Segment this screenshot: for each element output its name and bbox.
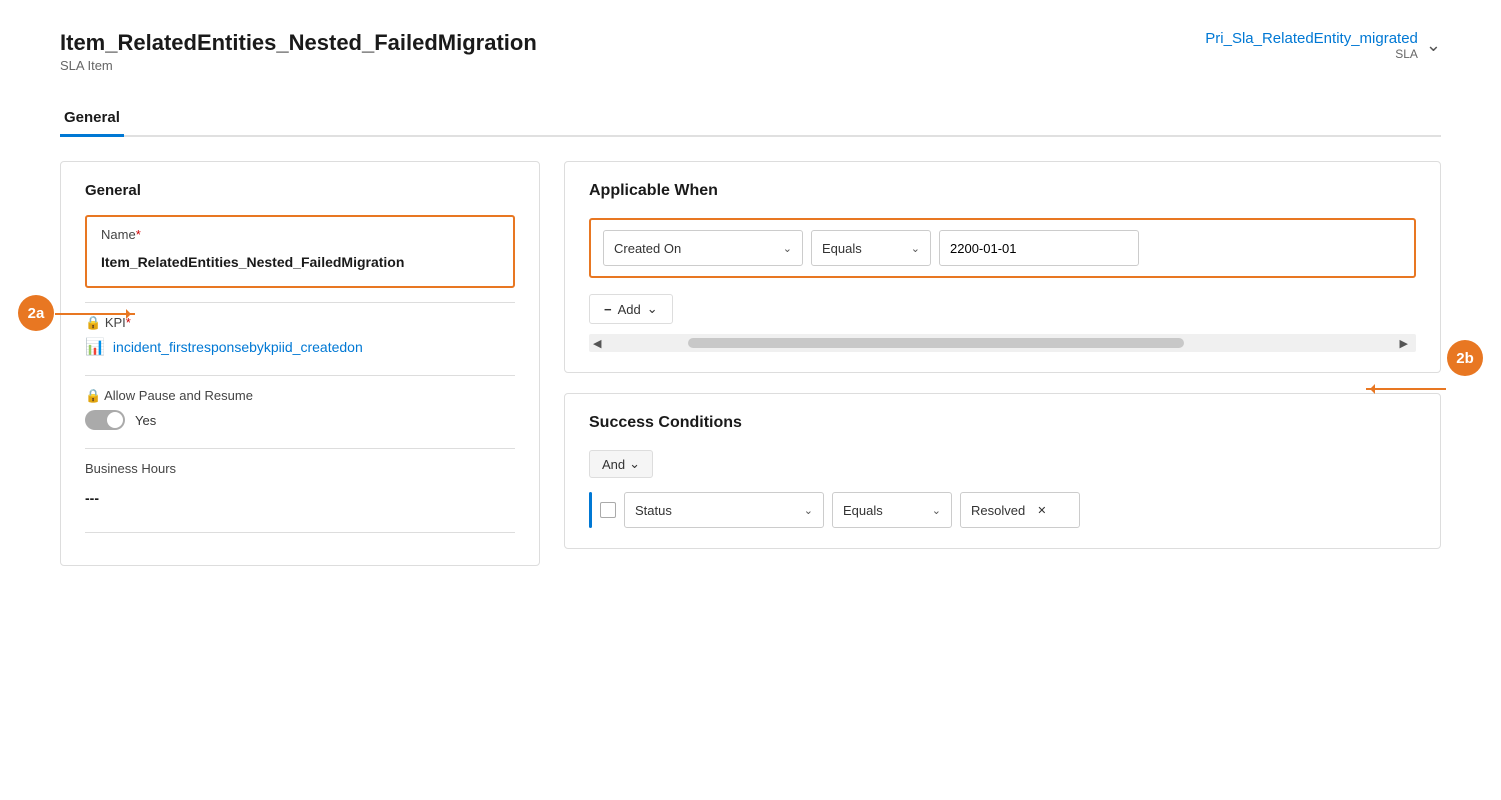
add-row: − Add ⌄ bbox=[589, 294, 1416, 324]
success-conditions-card: Success Conditions And ⌄ Status ⌄ bbox=[564, 393, 1441, 549]
allow-pause-field: 🔒 Allow Pause and Resume Yes bbox=[85, 388, 515, 430]
condition-operator-value: Equals bbox=[822, 241, 862, 256]
kpi-row: 📊 incident_firstresponsebykpiid_createdo… bbox=[85, 337, 515, 357]
toggle-pause-resume[interactable] bbox=[85, 410, 125, 430]
horizontal-scrollbar[interactable]: ◀ ▶ bbox=[589, 334, 1416, 352]
condition-field-chevron: ⌄ bbox=[783, 242, 792, 255]
toggle-value-label: Yes bbox=[135, 413, 156, 428]
scroll-left-arrow[interactable]: ◀ bbox=[589, 337, 605, 350]
success-field-value: Status bbox=[635, 503, 672, 518]
page-header: Item_RelatedEntities_Nested_FailedMigrat… bbox=[60, 30, 1441, 73]
allow-pause-label: 🔒 Allow Pause and Resume bbox=[85, 388, 515, 404]
tab-general[interactable]: General bbox=[60, 101, 124, 137]
kpi-link[interactable]: incident_firstresponsebykpiid_createdon bbox=[113, 339, 363, 355]
sla-ref[interactable]: Pri_Sla_RelatedEntity_migrated SLA ⌄ bbox=[1205, 30, 1441, 61]
success-operator-value: Equals bbox=[843, 503, 883, 518]
applicable-when-title: Applicable When bbox=[589, 182, 1416, 200]
and-row: And ⌄ bbox=[589, 450, 1416, 478]
page-subtitle: SLA Item bbox=[60, 58, 537, 73]
kpi-field: 🔒 KPI* 📊 incident_firstresponsebykpiid_c… bbox=[85, 315, 515, 357]
and-label: And bbox=[602, 457, 625, 472]
success-field-dropdown[interactable]: Status ⌄ bbox=[624, 492, 824, 528]
and-chevron-icon: ⌄ bbox=[629, 456, 640, 472]
badge-2a: 2a bbox=[18, 295, 54, 331]
divider-2 bbox=[85, 375, 515, 376]
condition-field-value: Created On bbox=[614, 241, 681, 256]
sla-ref-inner: Pri_Sla_RelatedEntity_migrated SLA bbox=[1205, 30, 1418, 61]
and-button[interactable]: And ⌄ bbox=[589, 450, 653, 478]
business-hours-field: Business Hours --- bbox=[85, 461, 515, 514]
condition-field-dropdown[interactable]: Created On ⌄ bbox=[603, 230, 803, 266]
business-hours-value: --- bbox=[85, 482, 515, 514]
applicable-when-card: Applicable When Created On ⌄ Equals ⌄ bbox=[564, 161, 1441, 373]
success-value-text: Resolved bbox=[971, 503, 1025, 518]
scroll-right-arrow[interactable]: ▶ bbox=[1396, 337, 1412, 350]
name-highlight-box: Name* Item_RelatedEntities_Nested_Failed… bbox=[85, 215, 515, 288]
toggle-thumb bbox=[107, 412, 123, 428]
left-panel: General Name* Item_RelatedEntities_Neste… bbox=[60, 161, 540, 566]
condition-operator-dropdown[interactable]: Equals ⌄ bbox=[811, 230, 931, 266]
blue-bar bbox=[589, 492, 592, 528]
add-chevron-icon: ⌄ bbox=[647, 301, 658, 317]
lock-icon-pause: 🔒 bbox=[85, 388, 101, 403]
success-value-close-icon[interactable]: ✕ bbox=[1037, 504, 1046, 517]
add-button-label: Add bbox=[618, 302, 641, 317]
name-label: Name* bbox=[101, 227, 499, 242]
success-condition-row: Status ⌄ Equals ⌄ Resolved ✕ bbox=[589, 492, 1416, 528]
condition-highlight-row: Created On ⌄ Equals ⌄ bbox=[589, 218, 1416, 278]
success-field-chevron: ⌄ bbox=[804, 504, 813, 517]
sla-ref-type: SLA bbox=[1205, 47, 1418, 61]
toggle-row: Yes bbox=[85, 410, 515, 430]
divider-1 bbox=[85, 302, 515, 303]
success-operator-chevron: ⌄ bbox=[932, 504, 941, 517]
right-panel: Applicable When Created On ⌄ Equals ⌄ bbox=[564, 161, 1441, 566]
success-conditions-title: Success Conditions bbox=[589, 414, 1416, 432]
arrow-2a bbox=[55, 313, 135, 315]
main-content: General Name* Item_RelatedEntities_Neste… bbox=[60, 161, 1441, 566]
tabs-bar: General bbox=[60, 101, 1441, 137]
sla-ref-link[interactable]: Pri_Sla_RelatedEntity_migrated bbox=[1205, 30, 1418, 47]
divider-3 bbox=[85, 448, 515, 449]
minus-icon: − bbox=[604, 302, 612, 317]
general-card: General Name* Item_RelatedEntities_Neste… bbox=[60, 161, 540, 566]
title-block: Item_RelatedEntities_Nested_FailedMigrat… bbox=[60, 30, 537, 73]
chevron-down-icon[interactable]: ⌄ bbox=[1426, 35, 1441, 56]
success-value-dropdown[interactable]: Resolved ✕ bbox=[960, 492, 1080, 528]
kpi-chart-icon: 📊 bbox=[85, 337, 105, 357]
success-operator-dropdown[interactable]: Equals ⌄ bbox=[832, 492, 952, 528]
lock-icon-kpi: 🔒 bbox=[85, 315, 101, 330]
condition-operator-chevron: ⌄ bbox=[911, 242, 920, 255]
general-card-title: General bbox=[85, 182, 515, 199]
divider-4 bbox=[85, 532, 515, 533]
kpi-label: 🔒 KPI* bbox=[85, 315, 515, 331]
add-button[interactable]: − Add ⌄ bbox=[589, 294, 673, 324]
success-checkbox[interactable] bbox=[600, 502, 616, 518]
scrollbar-thumb[interactable] bbox=[688, 338, 1184, 348]
business-hours-label: Business Hours bbox=[85, 461, 515, 476]
badge-2b: 2b bbox=[1447, 340, 1483, 376]
page-title: Item_RelatedEntities_Nested_FailedMigrat… bbox=[60, 30, 537, 56]
name-value: Item_RelatedEntities_Nested_FailedMigrat… bbox=[101, 248, 499, 276]
condition-value-input[interactable] bbox=[939, 230, 1139, 266]
arrow-2b bbox=[1366, 388, 1446, 390]
